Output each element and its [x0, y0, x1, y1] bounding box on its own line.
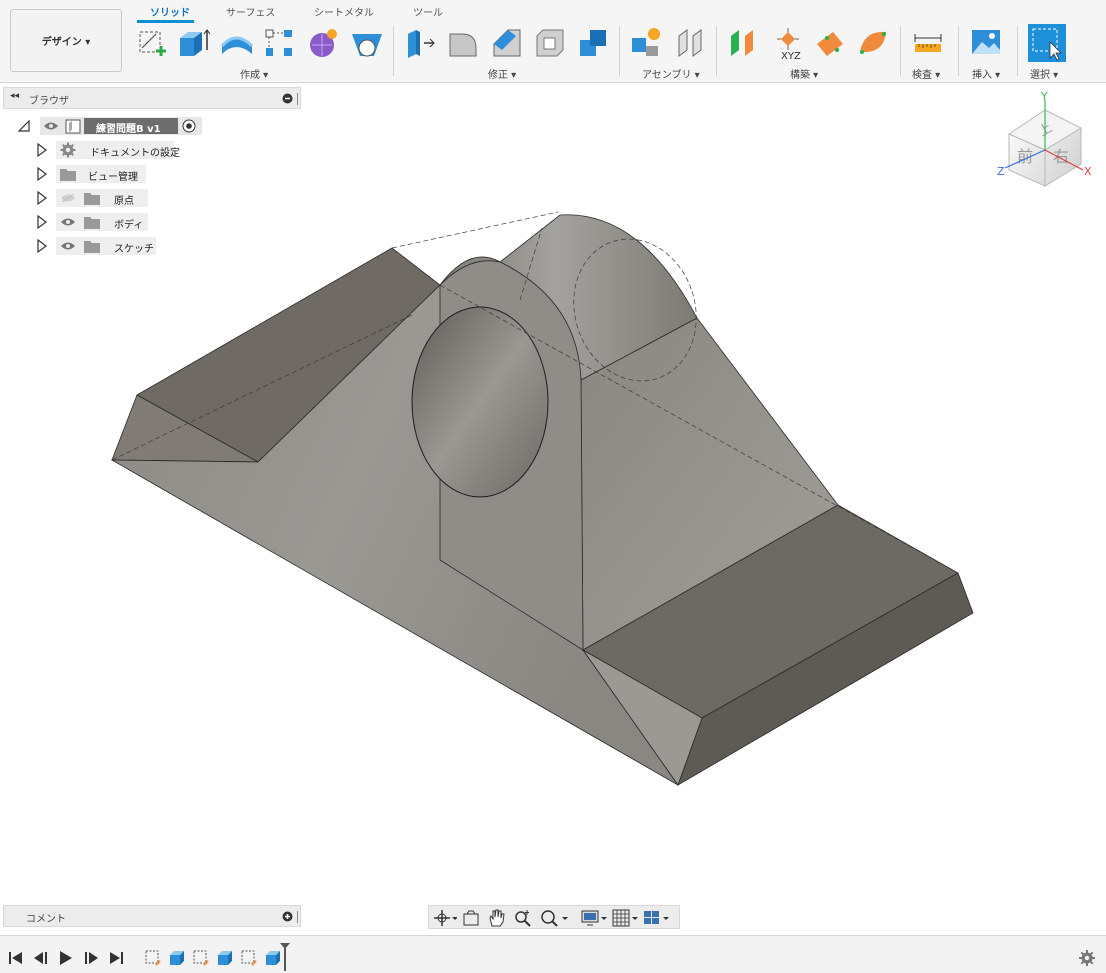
insert-menu[interactable]: 挿入 ▾ [972, 66, 1000, 81]
modify-menu[interactable]: 修正 ▾ [488, 66, 516, 81]
create-sketch-icon[interactable] [136, 26, 170, 60]
toolbar-separator [393, 26, 394, 76]
grid-settings-icon[interactable] [612, 909, 640, 927]
step-back-icon[interactable] [33, 951, 49, 965]
pan-hand-icon[interactable] [487, 908, 505, 928]
timeline-extrude-icon[interactable] [168, 949, 186, 967]
svg-text:XYZ: XYZ [781, 51, 801, 60]
timeline-sketch-icon[interactable] [144, 949, 162, 967]
step-forward-icon[interactable] [83, 951, 99, 965]
active-tab-indicator [137, 20, 194, 23]
toolbar-separator [958, 26, 959, 76]
go-to-start-icon[interactable] [8, 951, 24, 965]
select-icon[interactable] [1028, 24, 1066, 62]
measure-icon[interactable] [911, 26, 945, 60]
form-icon[interactable] [306, 26, 340, 60]
comments-title: コメント [26, 914, 66, 925]
display-settings-icon[interactable] [581, 909, 609, 927]
plane-through-points-icon[interactable] [856, 26, 890, 60]
panel-pin-handle[interactable] [297, 911, 298, 923]
plane-along-path-icon[interactable] [813, 26, 847, 60]
timeline-sketch-icon[interactable] [240, 949, 258, 967]
derive-icon[interactable] [350, 26, 384, 60]
select-menu[interactable]: 選択 ▾ [1030, 66, 1058, 81]
revolve-icon[interactable] [220, 26, 254, 60]
comments-panel-header[interactable]: コメント [3, 905, 301, 927]
assembly-menu[interactable]: アセンブリ ▾ [642, 66, 700, 81]
navigation-bar [428, 905, 680, 929]
new-component-icon[interactable] [630, 26, 664, 60]
tab-sheet-metal[interactable]: シートメタル [314, 4, 374, 19]
fillet-icon[interactable] [446, 26, 480, 60]
look-at-icon[interactable] [462, 909, 480, 927]
zoom-window-icon[interactable] [540, 909, 568, 927]
design-workspace-button[interactable]: デザイン ▾ [10, 9, 122, 72]
go-to-end-icon[interactable] [108, 951, 124, 965]
timeline-settings-gear-icon[interactable] [1078, 949, 1096, 967]
through-hole [411, 306, 549, 498]
chamfer-icon[interactable] [490, 26, 524, 60]
offset-plane-icon[interactable] [727, 26, 761, 60]
joint-icon[interactable] [673, 26, 707, 60]
viewports-icon[interactable] [643, 909, 671, 927]
insert-image-icon[interactable] [969, 26, 1003, 60]
timeline-marker[interactable] [279, 943, 291, 971]
toolbar-separator [900, 26, 901, 76]
toolbar: デザイン ▾ ソリッド サーフェス シートメタル ツール 作成 ▾ 修正 ▾ ア… [0, 0, 1106, 83]
add-comment-icon[interactable] [282, 911, 293, 922]
tab-surface[interactable]: サーフェス [226, 4, 275, 19]
tab-solid[interactable]: ソリッド [150, 4, 190, 19]
extrude-icon[interactable] [176, 26, 210, 60]
timeline-sketch-icon[interactable] [192, 949, 210, 967]
construct-menu[interactable]: 構築 ▾ [790, 66, 818, 81]
play-icon[interactable] [58, 950, 74, 966]
orbit-icon[interactable] [433, 909, 457, 927]
point-icon[interactable]: XYZ [771, 26, 805, 60]
rectangular-pattern-icon[interactable] [262, 26, 296, 60]
timeline-bar [0, 935, 1106, 973]
model-viewport[interactable] [0, 84, 1106, 902]
toolbar-separator [1017, 26, 1018, 76]
create-menu[interactable]: 作成 ▾ [240, 66, 268, 81]
combine-icon[interactable] [576, 26, 610, 60]
tab-tools[interactable]: ツール [413, 4, 443, 19]
shell-icon[interactable] [533, 26, 567, 60]
inspect-menu[interactable]: 検査 ▾ [912, 66, 940, 81]
timeline-extrude-icon[interactable] [216, 949, 234, 967]
toolbar-separator [619, 26, 620, 76]
toolbar-separator [716, 26, 717, 76]
press-pull-icon[interactable] [404, 26, 438, 60]
zoom-icon[interactable] [514, 909, 532, 927]
